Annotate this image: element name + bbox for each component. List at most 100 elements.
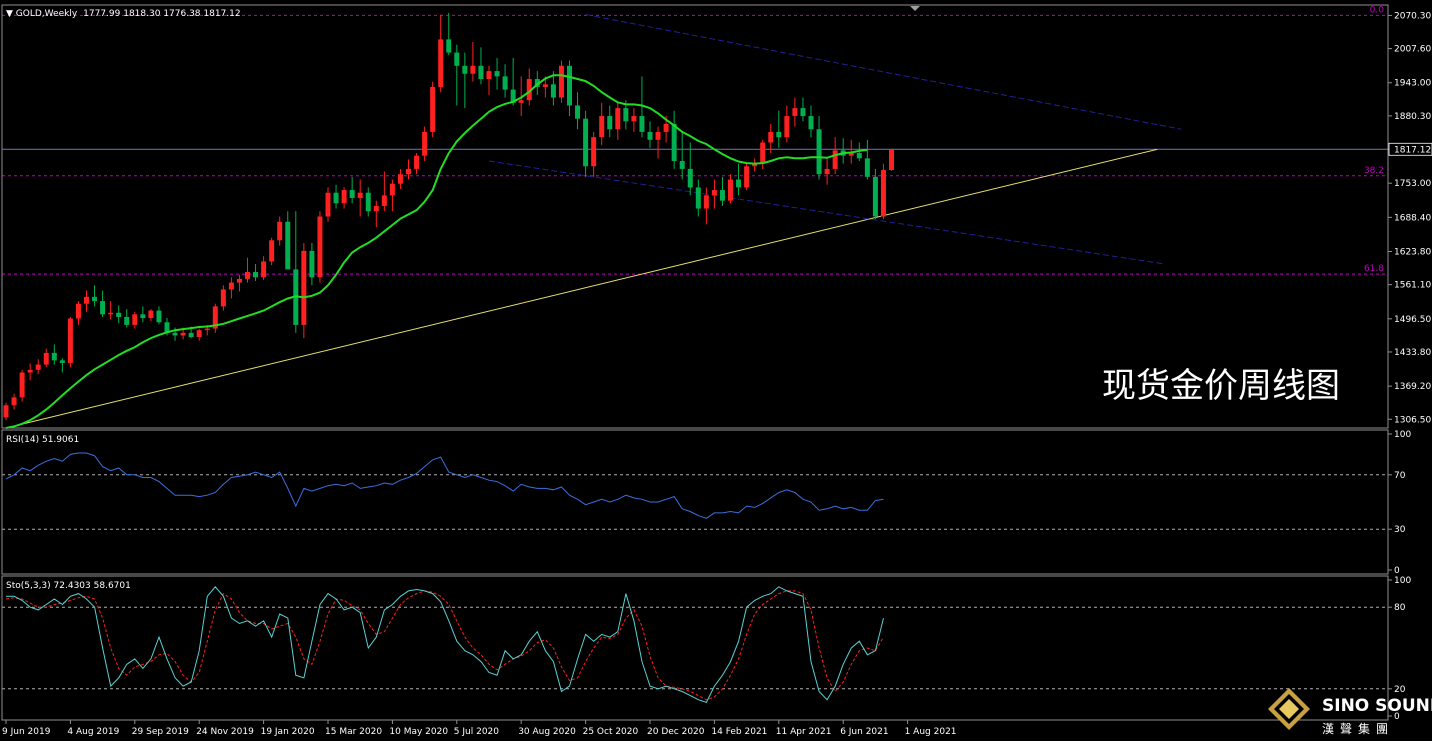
rsi-line: [5, 452, 884, 519]
stochastic-lines: [5, 586, 884, 704]
candle-body: [124, 316, 130, 325]
collapse-triangle-icon[interactable]: ▼: [6, 9, 16, 19]
candle: [792, 97, 798, 127]
candle-body: [567, 65, 572, 106]
price-panel[interactable]: 0.0 38.2 61.8 2070.30 2007.60 1943.00 1880.30…: [2, 5, 1432, 429]
candle-body: [679, 160, 685, 169]
candle-body: [422, 131, 428, 156]
candle-body: [736, 179, 742, 188]
candle: [156, 306, 162, 325]
candle-body: [389, 183, 395, 196]
trend-lines: [5, 14, 1182, 429]
candle-body: [558, 65, 564, 98]
candle-body: [430, 86, 436, 132]
panel-borders: [1, 4, 1389, 721]
candle-body: [253, 272, 259, 278]
candle-body: [824, 168, 830, 175]
candle: [494, 57, 500, 90]
candle-body: [196, 330, 202, 338]
candle: [647, 121, 653, 148]
candle: [872, 168, 878, 220]
candle: [108, 301, 114, 320]
candle: [478, 47, 484, 85]
candle-body: [478, 65, 484, 80]
chart-canvas[interactable]: 0.0 38.2 61.8 2070.30 2007.60 1943.00 1880.30…: [0, 0, 1432, 741]
candle-body: [75, 303, 81, 319]
candle: [462, 52, 468, 109]
candle-body: [639, 116, 645, 132]
channel-upper-line: [585, 14, 1182, 130]
candle-body: [277, 221, 283, 241]
time-tick-label: 10 May 2020: [389, 727, 448, 737]
candle: [607, 105, 613, 138]
candle-body: [486, 71, 492, 80]
candle-body: [236, 278, 242, 283]
candle: [317, 211, 323, 283]
candle: [430, 81, 436, 138]
fib-level-label: 61.8: [1364, 264, 1384, 274]
price-tick-label: 1753.00: [1394, 179, 1431, 189]
candle: [703, 187, 709, 225]
candle: [671, 110, 677, 169]
candle-body: [623, 108, 629, 122]
candle-body: [381, 195, 387, 206]
candle-body: [269, 240, 275, 262]
candle-body: [494, 71, 500, 77]
candle: [422, 126, 428, 161]
price-tick-label: 1688.40: [1394, 213, 1431, 223]
fib-level-label: 0.0: [1370, 5, 1385, 15]
candle-body: [454, 52, 460, 66]
time-tick-label: 9 Jun 2019: [2, 727, 51, 737]
candle: [3, 402, 9, 421]
candle-body: [776, 131, 782, 138]
stochastic-panel[interactable]: 10080200 Sto(5,3,3) 72.4303 58.6701: [2, 576, 1411, 722]
candle-body: [768, 131, 774, 143]
candle: [196, 328, 202, 341]
candle: [655, 126, 661, 159]
candle: [510, 57, 516, 106]
candle-body: [301, 250, 307, 325]
rsi-panel[interactable]: 100 70 30 0 RSI(14) 51.9061: [2, 430, 1411, 576]
candle-body: [856, 153, 862, 159]
price-tick-label: 1306.50: [1394, 415, 1431, 425]
candle-body: [261, 261, 267, 278]
candle: [236, 274, 242, 292]
candle: [341, 187, 347, 209]
candle-body: [116, 312, 122, 317]
candle: [567, 60, 572, 117]
candle-body: [864, 158, 870, 177]
candle: [397, 168, 403, 190]
candle-body: [446, 39, 452, 53]
candle-body: [438, 39, 444, 87]
candle-body: [647, 131, 653, 140]
candle: [269, 237, 275, 266]
time-tick-label: 15 Mar 2020: [325, 727, 382, 737]
candle-body: [59, 360, 65, 363]
panel-frame: [1, 429, 1389, 575]
candle-body: [172, 332, 178, 336]
stochastic-tick-label: 80: [1394, 603, 1406, 613]
candle: [277, 216, 283, 246]
rsi-tick-label: 100: [1394, 430, 1411, 440]
candle-body: [333, 192, 339, 204]
sino-sound-logo: SINO SOUND 漢聲集團: [1268, 688, 1432, 736]
candle-body: [671, 123, 677, 161]
candle: [824, 158, 830, 185]
candle-body: [3, 405, 9, 418]
candle: [760, 139, 766, 169]
candle: [220, 285, 226, 311]
chart-caption: 现货金价周线图: [1102, 366, 1340, 406]
ma-line: [5, 74, 868, 429]
time-tick-label: 14 Feb 2021: [711, 727, 767, 737]
candle: [470, 42, 476, 82]
candle-body: [760, 142, 766, 164]
stochastic-tick-label: 100: [1394, 576, 1411, 586]
stochastic-main-line: [6, 586, 884, 704]
rsi-tick-label: 30: [1394, 525, 1406, 535]
candle: [140, 306, 146, 323]
chart-shift-icon[interactable]: [910, 6, 920, 11]
time-tick-label: 25 Oct 2020: [583, 727, 639, 737]
candle-body: [309, 250, 315, 278]
candle: [438, 14, 444, 93]
candle: [253, 264, 259, 282]
